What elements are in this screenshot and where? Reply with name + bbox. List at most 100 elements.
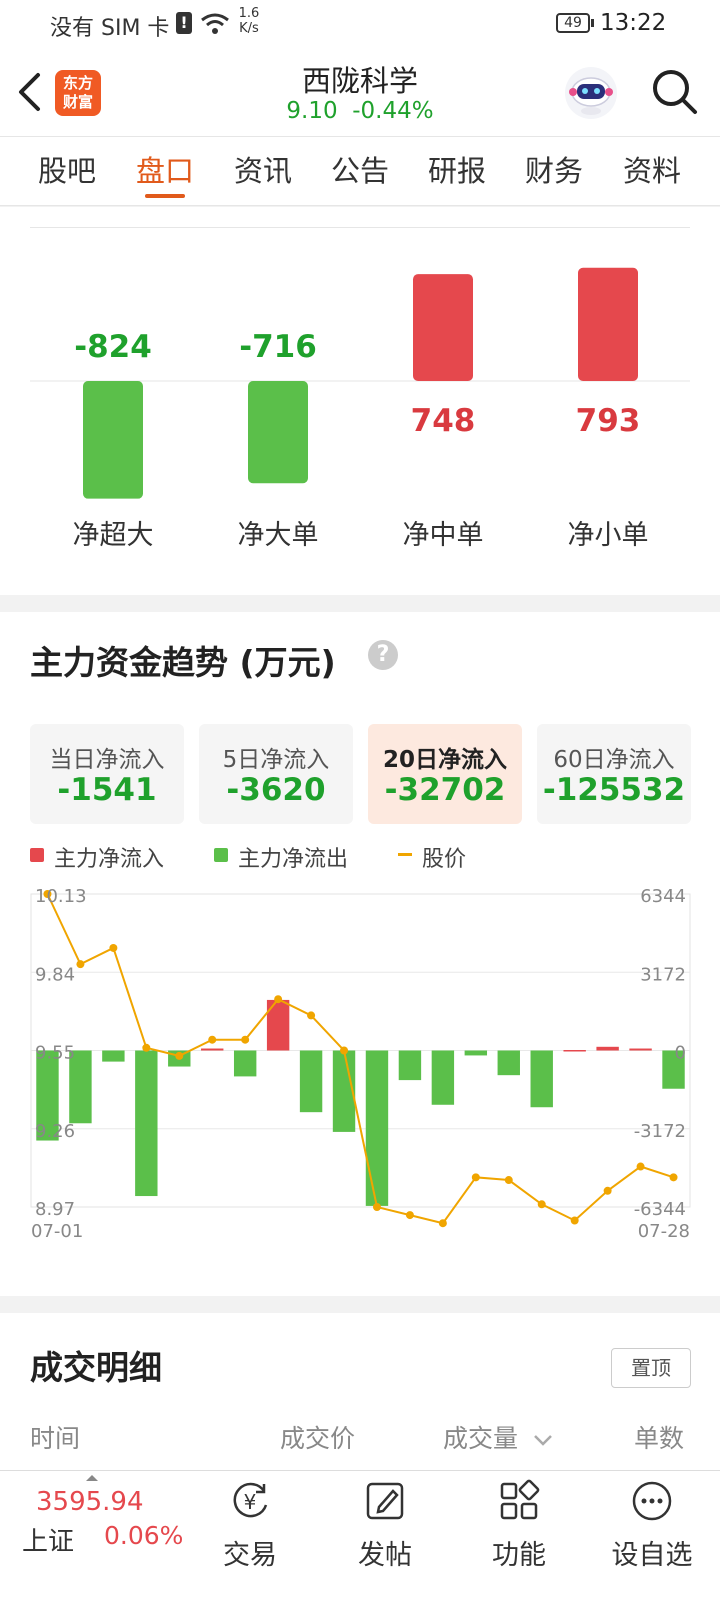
active-tab-indicator	[145, 194, 185, 198]
price-point	[340, 1046, 349, 1055]
add-watchlist-label: 设自选	[611, 1540, 693, 1571]
flow-bar-outflow	[530, 1050, 553, 1108]
price-point	[570, 1216, 579, 1225]
index-value[interactable]: 3595.94	[36, 1487, 144, 1517]
card-today-inflow[interactable]: 当日净流入 -1541	[30, 724, 184, 824]
column-price: 成交价	[280, 1424, 356, 1453]
tab-research[interactable]: 研报	[412, 137, 502, 205]
flow-bar	[248, 381, 308, 484]
grid-icon	[500, 1479, 540, 1520]
flow-category-label: 净超大	[73, 520, 154, 551]
tab-guba[interactable]: 股吧	[22, 137, 112, 205]
flow-bar-outflow	[464, 1050, 488, 1056]
sim-status: 没有 SIM 卡	[50, 16, 170, 41]
flow-category-label: 净小单	[568, 520, 649, 551]
flow-value-label: -716	[239, 329, 317, 365]
card-value: -3620	[226, 772, 326, 808]
card-60day-inflow[interactable]: 60日净流入 -125532	[537, 724, 691, 824]
bottom-toolbar: 3595.94 上证 0.06% ¥ 交易 发帖 功能 设自选	[0, 1470, 720, 1600]
price-point	[504, 1176, 513, 1185]
main-capital-trend-section: 主力资金趋势 (万元) ? 当日净流入 -1541 5日净流入 -3620 20…	[0, 612, 720, 1296]
net-flow-bars: -824 净超大 -716 净大单 748 净中单 793 净小单	[30, 267, 690, 551]
flow-bar-inflow	[201, 1048, 224, 1051]
column-volume-label: 成交量	[443, 1424, 519, 1453]
stock-change: -0.44%	[352, 98, 434, 124]
post-button[interactable]: 发帖	[330, 1479, 440, 1572]
left-tick-label: 8.97	[35, 1199, 75, 1220]
expand-arrow-icon[interactable]	[86, 1475, 98, 1481]
trend-title: 主力资金趋势 (万元)	[30, 643, 336, 682]
post-label: 发帖	[358, 1540, 412, 1571]
flow-bar	[578, 267, 638, 381]
trade-yen-icon: ¥	[233, 1482, 268, 1518]
card-label: 5日净流入	[222, 747, 330, 773]
tab-profile[interactable]: 资料	[607, 137, 697, 205]
flow-bar-outflow	[102, 1050, 125, 1062]
price-point	[76, 960, 85, 969]
legend-inflow-swatch	[30, 848, 44, 862]
add-watchlist-button[interactable]: 设自选	[597, 1479, 707, 1572]
card-value: -1541	[57, 772, 157, 808]
card-label: 20日净流入	[382, 747, 507, 773]
tab-bar: 股吧 盘口 资讯 公告 研报 财务 资料	[0, 136, 720, 206]
tab-finance[interactable]: 财务	[509, 137, 599, 205]
flow-bar-outflow	[233, 1050, 257, 1077]
tab-news[interactable]: 资讯	[218, 137, 308, 205]
left-tick-label: 9.84	[35, 964, 75, 985]
x-start-label: 07-01	[31, 1221, 83, 1242]
flow-bar-inflow	[563, 1050, 586, 1052]
trades-title: 成交明细	[30, 1348, 162, 1387]
flow-value-label: 748	[411, 403, 476, 439]
legend-outflow-label: 主力净流出	[238, 847, 349, 872]
right-tick-label: -6344	[634, 1199, 686, 1220]
edit-icon	[366, 1482, 404, 1520]
speed-value: 1.6	[238, 6, 260, 21]
wifi-icon	[201, 13, 229, 34]
legend-outflow-swatch	[214, 848, 228, 862]
flow-bar-outflow	[299, 1050, 323, 1113]
right-tick-label: -3172	[634, 1121, 686, 1142]
price-point	[537, 1200, 546, 1209]
flow-bar-outflow	[135, 1050, 158, 1197]
left-tick-label: 10.13	[35, 886, 87, 907]
chevron-down-icon	[534, 1435, 552, 1446]
robot-assistant-icon[interactable]	[563, 65, 619, 121]
flow-bar-outflow	[497, 1050, 520, 1076]
right-tick-label: 0	[675, 1043, 686, 1064]
x-end-label: 07-28	[638, 1221, 690, 1242]
price-point	[372, 1203, 381, 1211]
price-point	[241, 1035, 250, 1044]
price-point	[471, 1173, 480, 1182]
flow-value-label: 793	[576, 403, 641, 439]
trade-details-section: 成交明细 置顶 时间 成交价 成交量 单数	[0, 1313, 720, 1473]
sim-alert-icon: !	[176, 12, 192, 34]
speed-unit: K/s	[239, 21, 259, 36]
flow-bar-inflow	[596, 1046, 619, 1051]
trade-label: 交易	[223, 1540, 277, 1571]
right-tick-label: 3172	[640, 964, 686, 985]
net-flow-section: -824 净超大 -716 净大单 748 净中单 793 净小单	[0, 207, 720, 595]
card-value: -32702	[384, 772, 506, 808]
tab-announcements[interactable]: 公告	[315, 137, 405, 205]
price-point	[603, 1186, 612, 1195]
functions-button[interactable]: 功能	[464, 1479, 574, 1572]
flow-value-label: -824	[74, 329, 152, 365]
card-label: 当日净流入	[49, 747, 165, 773]
trade-button[interactable]: ¥ 交易	[195, 1479, 305, 1572]
card-5day-inflow[interactable]: 5日净流入 -3620	[199, 724, 353, 824]
left-tick-label: 9.55	[35, 1043, 75, 1064]
pin-top-button[interactable]: 置顶	[611, 1348, 691, 1388]
search-icon[interactable]	[651, 68, 699, 116]
price-point	[175, 1051, 184, 1060]
network-speed: 1.6 K/s	[238, 6, 260, 36]
index-change[interactable]: 0.06%	[104, 1521, 183, 1550]
card-label: 60日净流入	[553, 747, 675, 773]
battery-icon: 49	[556, 13, 590, 33]
index-name[interactable]: 上证	[22, 1521, 74, 1558]
help-icon[interactable]: ?	[368, 640, 398, 670]
price-point	[438, 1219, 447, 1228]
column-volume[interactable]: 成交量	[443, 1419, 554, 1455]
card-20day-inflow[interactable]: 20日净流入 -32702	[368, 724, 522, 824]
battery-level: 49	[564, 15, 582, 31]
price-point	[636, 1162, 645, 1171]
